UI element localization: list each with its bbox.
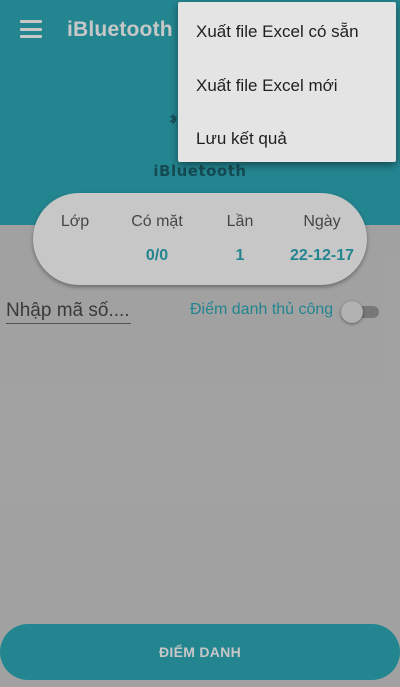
menu-item-export-new-excel[interactable]: Xuất file Excel mới bbox=[196, 76, 338, 96]
overflow-menu: Xuất file Excel có sẵn Xuất file Excel m… bbox=[178, 2, 396, 162]
menu-item-export-existing-excel[interactable]: Xuất file Excel có sẵn bbox=[196, 22, 359, 42]
app-screen: iBluetooth iBluetooth Lớp Có mặt 0/0 Lần… bbox=[0, 0, 400, 687]
menu-item-save-results[interactable]: Lưu kết quả bbox=[196, 129, 287, 149]
